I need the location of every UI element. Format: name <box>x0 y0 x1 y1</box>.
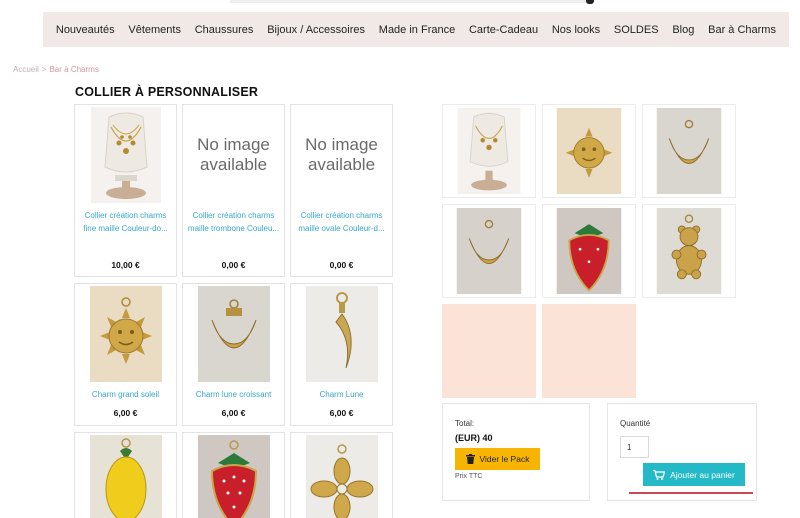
nav-item-chaussures[interactable]: Chaussures <box>195 24 254 36</box>
quantity-input[interactable] <box>620 436 649 458</box>
product-card[interactable]: Charm lune croissant 6,00 € <box>182 283 285 426</box>
breadcrumb-separator: > <box>41 65 47 74</box>
product-name[interactable]: Collier création charms fine maille Coul… <box>79 209 172 235</box>
tax-note: Prix TTC <box>455 473 483 480</box>
crescent-charm-image <box>197 285 270 382</box>
product-price: 6,00 € <box>329 408 354 418</box>
crescent-charm-image <box>656 108 722 194</box>
page-title: COLLIER À PERSONNALISER <box>75 85 259 99</box>
no-image-text: No image available <box>197 134 270 174</box>
quantity-label: Quantité <box>620 419 651 428</box>
product-name[interactable]: Collier création charms maille ovale Cou… <box>295 209 388 235</box>
pack-item-crescent[interactable] <box>442 204 536 298</box>
pack-empty-slot <box>542 304 636 398</box>
main-navigation: Nouveautés Vêtements Chaussures Bijoux /… <box>43 12 789 47</box>
product-name[interactable]: Charm Lune <box>295 388 388 401</box>
product-price: 6,00 € <box>221 408 246 418</box>
no-image-text: No image available <box>305 134 378 174</box>
breadcrumb-home[interactable]: Accueil <box>13 65 39 74</box>
nav-item-bijoux[interactable]: Bijoux / Accessoires <box>267 24 365 36</box>
nav-item-nos-looks[interactable]: Nos looks <box>552 24 600 36</box>
sun-charm-image <box>556 108 622 194</box>
product-image-lemon-charm[interactable] <box>76 434 175 518</box>
crescent-charm-image <box>456 208 522 294</box>
product-price: 6,00 € <box>113 408 138 418</box>
necklace-bust-image <box>457 108 521 194</box>
header-edge-marker <box>586 0 594 4</box>
nav-item-nouveautes[interactable]: Nouveautés <box>56 24 115 36</box>
product-card[interactable] <box>74 432 177 518</box>
product-image-crescent-charm[interactable] <box>184 285 283 382</box>
add-to-cart-label: Ajouter au panier <box>670 469 735 480</box>
nav-item-blog[interactable]: Blog <box>672 24 694 36</box>
sun-charm-image <box>89 285 162 382</box>
product-image-moon-charm[interactable] <box>292 285 391 382</box>
flower-charm-image <box>305 434 378 518</box>
trash-icon <box>465 454 475 464</box>
pack-total-panel: Total: (EUR) 40 Vider le Pack Prix TTC <box>442 403 590 501</box>
cart-icon <box>653 469 666 480</box>
product-image-necklace-bust[interactable] <box>76 106 175 203</box>
pack-item-bear[interactable] <box>642 204 736 298</box>
breadcrumb: Accueil > Bar à Charms <box>13 65 99 74</box>
product-image-placeholder[interactable]: No image available <box>184 106 283 203</box>
product-card[interactable] <box>182 432 285 518</box>
product-name[interactable]: Charm grand soleil <box>79 388 172 401</box>
pack-item-necklace[interactable] <box>442 104 536 198</box>
product-image-strawberry-charm[interactable] <box>184 434 283 518</box>
bear-charm-image <box>656 208 722 294</box>
strawberry-charm-image <box>556 208 622 294</box>
empty-pack-button[interactable]: Vider le Pack <box>455 448 540 470</box>
product-price: 0,00 € <box>221 260 246 270</box>
lemon-charm-image <box>89 434 162 518</box>
product-card[interactable]: Charm Lune 6,00 € <box>290 283 393 426</box>
product-image-flower-charm[interactable] <box>292 434 391 518</box>
product-card[interactable]: No image available Collier création char… <box>290 104 393 277</box>
pack-empty-slot <box>442 304 536 398</box>
product-name[interactable]: Collier création charms maille trombone … <box>187 209 280 235</box>
nav-item-soldes[interactable]: SOLDES <box>614 24 659 36</box>
breadcrumb-current[interactable]: Bar à Charms <box>49 65 98 74</box>
product-card[interactable] <box>290 432 393 518</box>
product-price: 10,00 € <box>111 260 140 270</box>
nav-item-carte-cadeau[interactable]: Carte-Cadeau <box>469 24 538 36</box>
nav-item-vetements[interactable]: Vêtements <box>128 24 181 36</box>
nav-item-bar-a-charms[interactable]: Bar à Charms <box>708 24 776 36</box>
total-value: (EUR) 40 <box>455 433 493 443</box>
product-image-sun-charm[interactable] <box>76 285 175 382</box>
moon-charm-image <box>305 285 378 382</box>
top-bar-line <box>230 0 594 4</box>
nav-item-made-in-france[interactable]: Made in France <box>379 24 455 36</box>
empty-pack-label: Vider le Pack <box>479 454 530 464</box>
pack-item-strawberry[interactable] <box>542 204 636 298</box>
strawberry-charm-image <box>197 434 270 518</box>
product-card[interactable]: Collier création charms fine maille Coul… <box>74 104 177 277</box>
add-to-cart-button[interactable]: Ajouter au panier <box>643 463 745 486</box>
product-card[interactable]: No image available Collier création char… <box>182 104 285 277</box>
product-card[interactable]: Charm grand soleil 6,00 € <box>74 283 177 426</box>
accent-underline <box>629 492 753 494</box>
pack-item-sun[interactable] <box>542 104 636 198</box>
product-image-placeholder[interactable]: No image available <box>292 106 391 203</box>
add-to-cart-panel: Quantité Ajouter au panier <box>607 403 757 501</box>
total-label: Total: <box>455 419 475 428</box>
pack-item-crescent[interactable] <box>642 104 736 198</box>
product-price: 0,00 € <box>329 260 354 270</box>
necklace-bust-image <box>90 106 161 203</box>
product-name[interactable]: Charm lune croissant <box>187 388 280 401</box>
